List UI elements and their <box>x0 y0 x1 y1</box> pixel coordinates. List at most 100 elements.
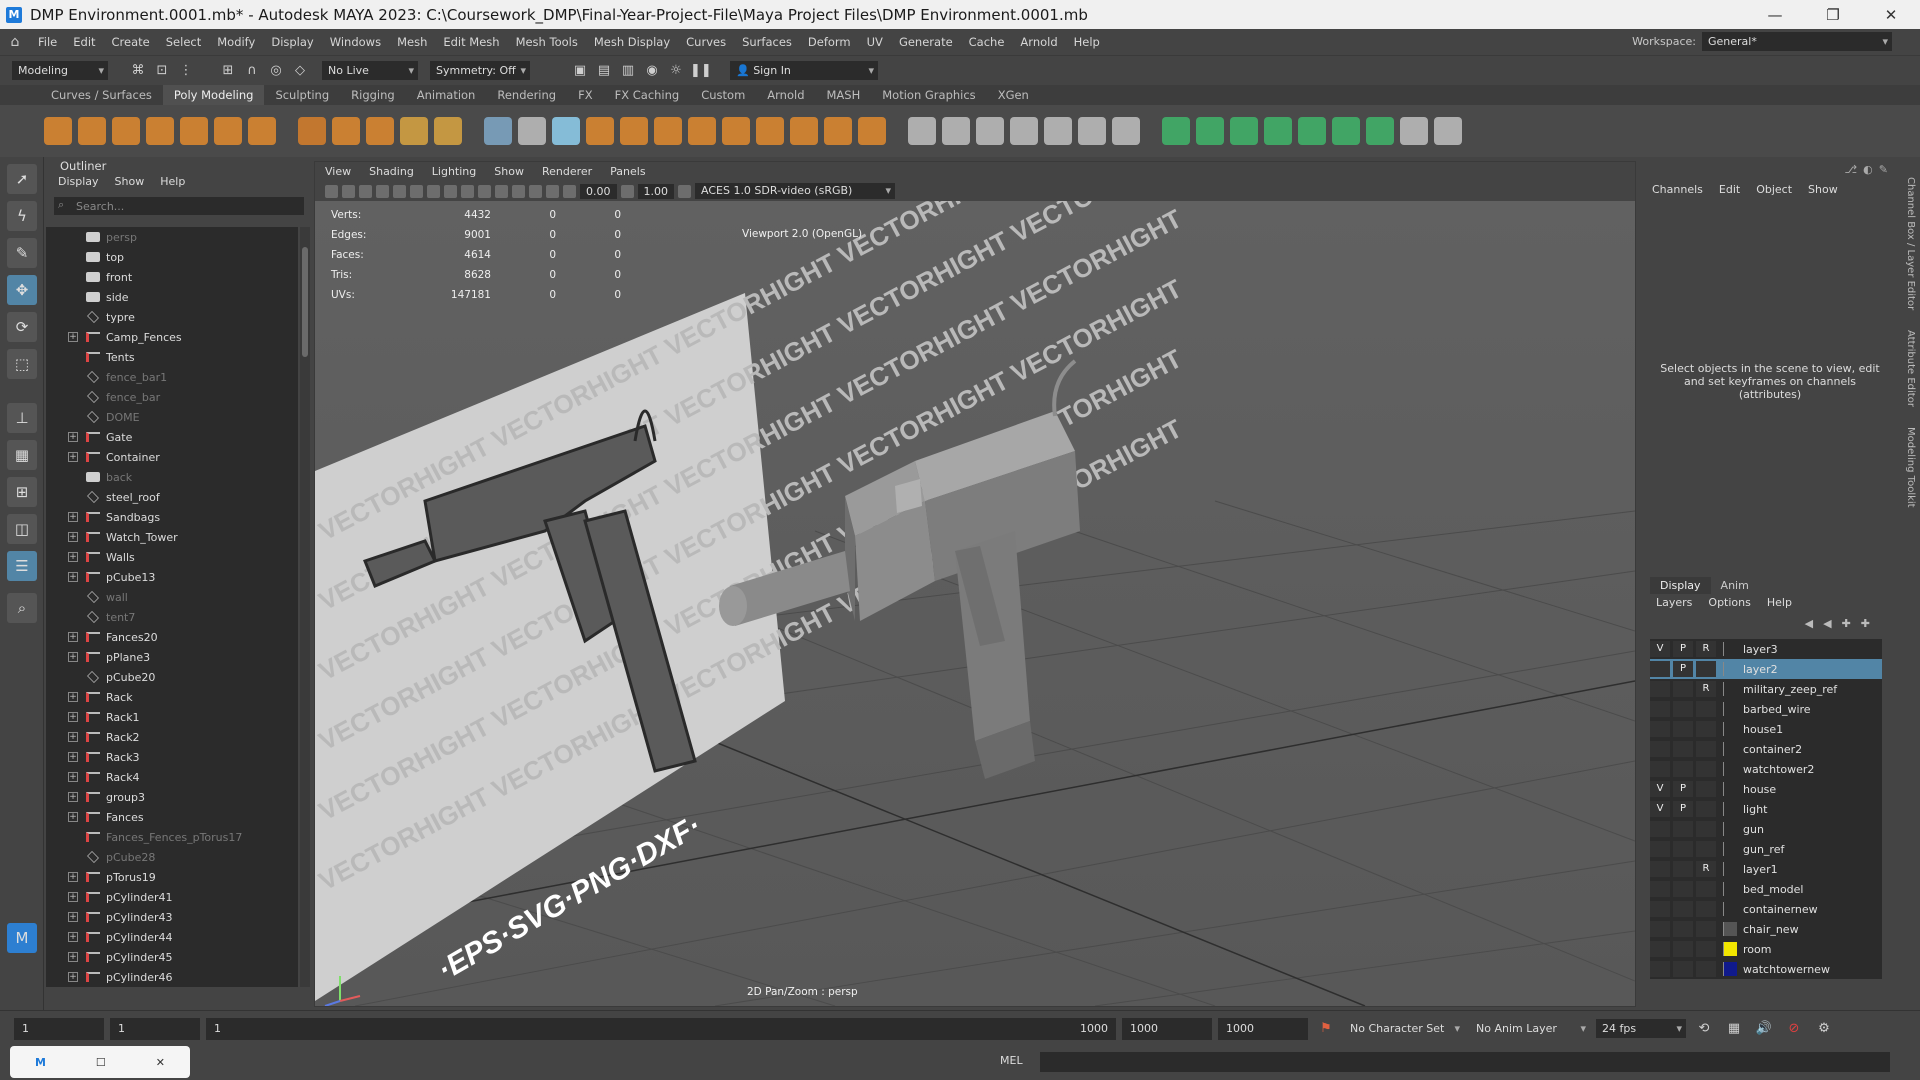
layer-v-toggle[interactable] <box>1650 701 1670 717</box>
outliner-item[interactable]: + Rack <box>46 687 298 707</box>
layer-color-swatch[interactable] <box>1723 802 1737 816</box>
move-layer-down-icon[interactable]: ◀ <box>1823 617 1831 630</box>
shelf-smooth-icon[interactable] <box>620 117 648 145</box>
pause-icon[interactable]: ❚❚ <box>690 61 712 81</box>
menu-help[interactable]: Help <box>1066 35 1108 49</box>
shelf-cone-icon[interactable] <box>146 117 174 145</box>
character-set-dropdown[interactable]: No Character Set <box>1344 1019 1464 1038</box>
shelf-connect-icon[interactable] <box>976 117 1004 145</box>
layer-r-toggle[interactable] <box>1696 761 1716 777</box>
scroll-thumb[interactable] <box>302 247 308 357</box>
start-time-field[interactable]: 1 <box>14 1017 104 1040</box>
expand-toggle[interactable]: + <box>68 812 78 822</box>
menu-uv[interactable]: UV <box>859 35 891 49</box>
expand-toggle[interactable]: + <box>68 332 78 342</box>
layer-row[interactable]: watchtower2 <box>1650 759 1882 779</box>
shelf-platonic-icon[interactable] <box>298 117 326 145</box>
layer-row[interactable]: Player2 <box>1650 659 1882 679</box>
shelf-cylindrical-icon[interactable] <box>1230 117 1258 145</box>
expand-toggle[interactable]: + <box>68 792 78 802</box>
layer-p-toggle[interactable]: P <box>1673 801 1693 817</box>
two-view-icon[interactable]: ◫ <box>7 514 37 544</box>
select-hierarchy-icon[interactable]: ⌘ <box>128 61 148 81</box>
shelf-slide-icon[interactable] <box>1078 117 1106 145</box>
expand-toggle[interactable]: + <box>68 732 78 742</box>
shelf-tab-rendering[interactable]: Rendering <box>486 85 567 105</box>
shadows-icon[interactable] <box>512 184 525 198</box>
shelf-tab-animation[interactable]: Animation <box>406 85 487 105</box>
smooth-shade-icon[interactable] <box>461 184 474 198</box>
shelf-sphere-icon[interactable] <box>44 117 72 145</box>
minimize-button[interactable]: — <box>1746 0 1804 29</box>
layer-r-toggle[interactable]: R <box>1696 681 1716 697</box>
layer-v-toggle[interactable]: V <box>1650 781 1670 797</box>
outliner-item[interactable]: pCube28 <box>46 847 298 867</box>
shelf-auto-uv-icon[interactable] <box>1196 117 1224 145</box>
attribute-editor-toggle-icon[interactable]: ◐ <box>1863 163 1873 176</box>
shelf-separate-icon[interactable] <box>586 117 614 145</box>
layer-r-toggle[interactable] <box>1696 821 1716 837</box>
select-object-icon[interactable]: ⊡ <box>152 61 172 81</box>
fps-dropdown[interactable]: 24 fps <box>1596 1019 1686 1038</box>
layer-r-toggle[interactable] <box>1696 841 1716 857</box>
layer-r-toggle[interactable] <box>1696 961 1716 977</box>
outliner-search-input[interactable]: ⌕ Search... <box>54 197 304 215</box>
menu-select[interactable]: Select <box>158 35 209 49</box>
channel-box-toggle-icon[interactable]: ⎇ <box>1844 163 1857 176</box>
film-gate-icon[interactable] <box>410 184 423 198</box>
shelf-quad-draw-icon[interactable] <box>1044 117 1072 145</box>
shelf-cube-icon[interactable] <box>78 117 106 145</box>
viewport-menu-lighting[interactable]: Lighting <box>432 162 476 181</box>
menu-edit-mesh[interactable]: Edit Mesh <box>435 35 507 49</box>
shelf-edge-loop-icon[interactable] <box>1010 117 1038 145</box>
outliner-item[interactable]: + pCylinder46 <box>46 967 298 987</box>
shelf-tab-rigging[interactable]: Rigging <box>340 85 406 105</box>
workspace-selector[interactable]: Workspace: General* <box>1632 32 1892 51</box>
isolate-select-icon[interactable] <box>546 184 559 198</box>
shelf-sculpt-icon[interactable] <box>518 117 546 145</box>
layer-row[interactable]: watchtowernew <box>1650 959 1882 979</box>
layer-v-toggle[interactable] <box>1650 861 1670 877</box>
arnold-render-icon[interactable]: ☼ <box>666 61 686 81</box>
gamma-field[interactable]: 1.00 <box>637 183 674 199</box>
layer-menu-options[interactable]: Options <box>1708 596 1750 609</box>
outliner-item[interactable]: persp <box>46 227 298 247</box>
layer-row[interactable]: gun_ref <box>1650 839 1882 859</box>
outliner-item[interactable]: + Gate <box>46 427 298 447</box>
outliner-item[interactable]: Tents <box>46 347 298 367</box>
scale-tool-icon[interactable]: ⬚ <box>7 349 37 379</box>
workspace-dropdown[interactable]: General* <box>1702 32 1892 51</box>
layer-v-toggle[interactable] <box>1650 921 1670 937</box>
sign-in-dropdown[interactable]: 👤 Sign In <box>730 61 878 80</box>
layer-v-toggle[interactable] <box>1650 741 1670 757</box>
menu-surfaces[interactable]: Surfaces <box>734 35 800 49</box>
menu-mesh[interactable]: Mesh <box>389 35 435 49</box>
move-tool-icon[interactable]: ✥ <box>7 275 37 305</box>
outliner-item[interactable]: fence_bar <box>46 387 298 407</box>
outliner-item[interactable]: DOME <box>46 407 298 427</box>
snap-view-icon[interactable]: ◇ <box>290 61 310 81</box>
side-tab[interactable]: Modeling Toolkit <box>1905 427 1916 508</box>
channel-box-menu-edit[interactable]: Edit <box>1719 183 1740 203</box>
outliner-item[interactable]: + pCylinder44 <box>46 927 298 947</box>
shelf-tab-fx[interactable]: FX <box>567 85 604 105</box>
camera-attributes-icon[interactable] <box>342 184 355 198</box>
outliner-menu-show[interactable]: Show <box>115 175 145 193</box>
auto-key-icon[interactable]: ⚑ <box>1316 1019 1336 1039</box>
lasso-tool-icon[interactable]: ϟ <box>7 201 37 231</box>
shelf-tab-motion-graphics[interactable]: Motion Graphics <box>871 85 986 105</box>
layer-v-toggle[interactable] <box>1650 941 1670 957</box>
bookmark-icon[interactable] <box>359 184 372 198</box>
layer-r-toggle[interactable] <box>1696 941 1716 957</box>
expand-toggle[interactable]: + <box>68 952 78 962</box>
cache-icon[interactable]: ⊘ <box>1784 1019 1804 1039</box>
exposure-icon[interactable] <box>563 184 576 198</box>
mel-label[interactable]: MEL <box>1000 1054 1023 1067</box>
playback-options-icon[interactable]: ▦ <box>1724 1019 1744 1039</box>
layer-color-swatch[interactable] <box>1723 762 1737 776</box>
exposure-field[interactable]: 0.00 <box>580 183 617 199</box>
layer-row[interactable]: V P Rlayer3 <box>1650 639 1882 659</box>
shelf-tab-curves-surfaces[interactable]: Curves / Surfaces <box>40 85 163 105</box>
outliner-item[interactable]: typre <box>46 307 298 327</box>
outliner-item[interactable]: top <box>46 247 298 267</box>
